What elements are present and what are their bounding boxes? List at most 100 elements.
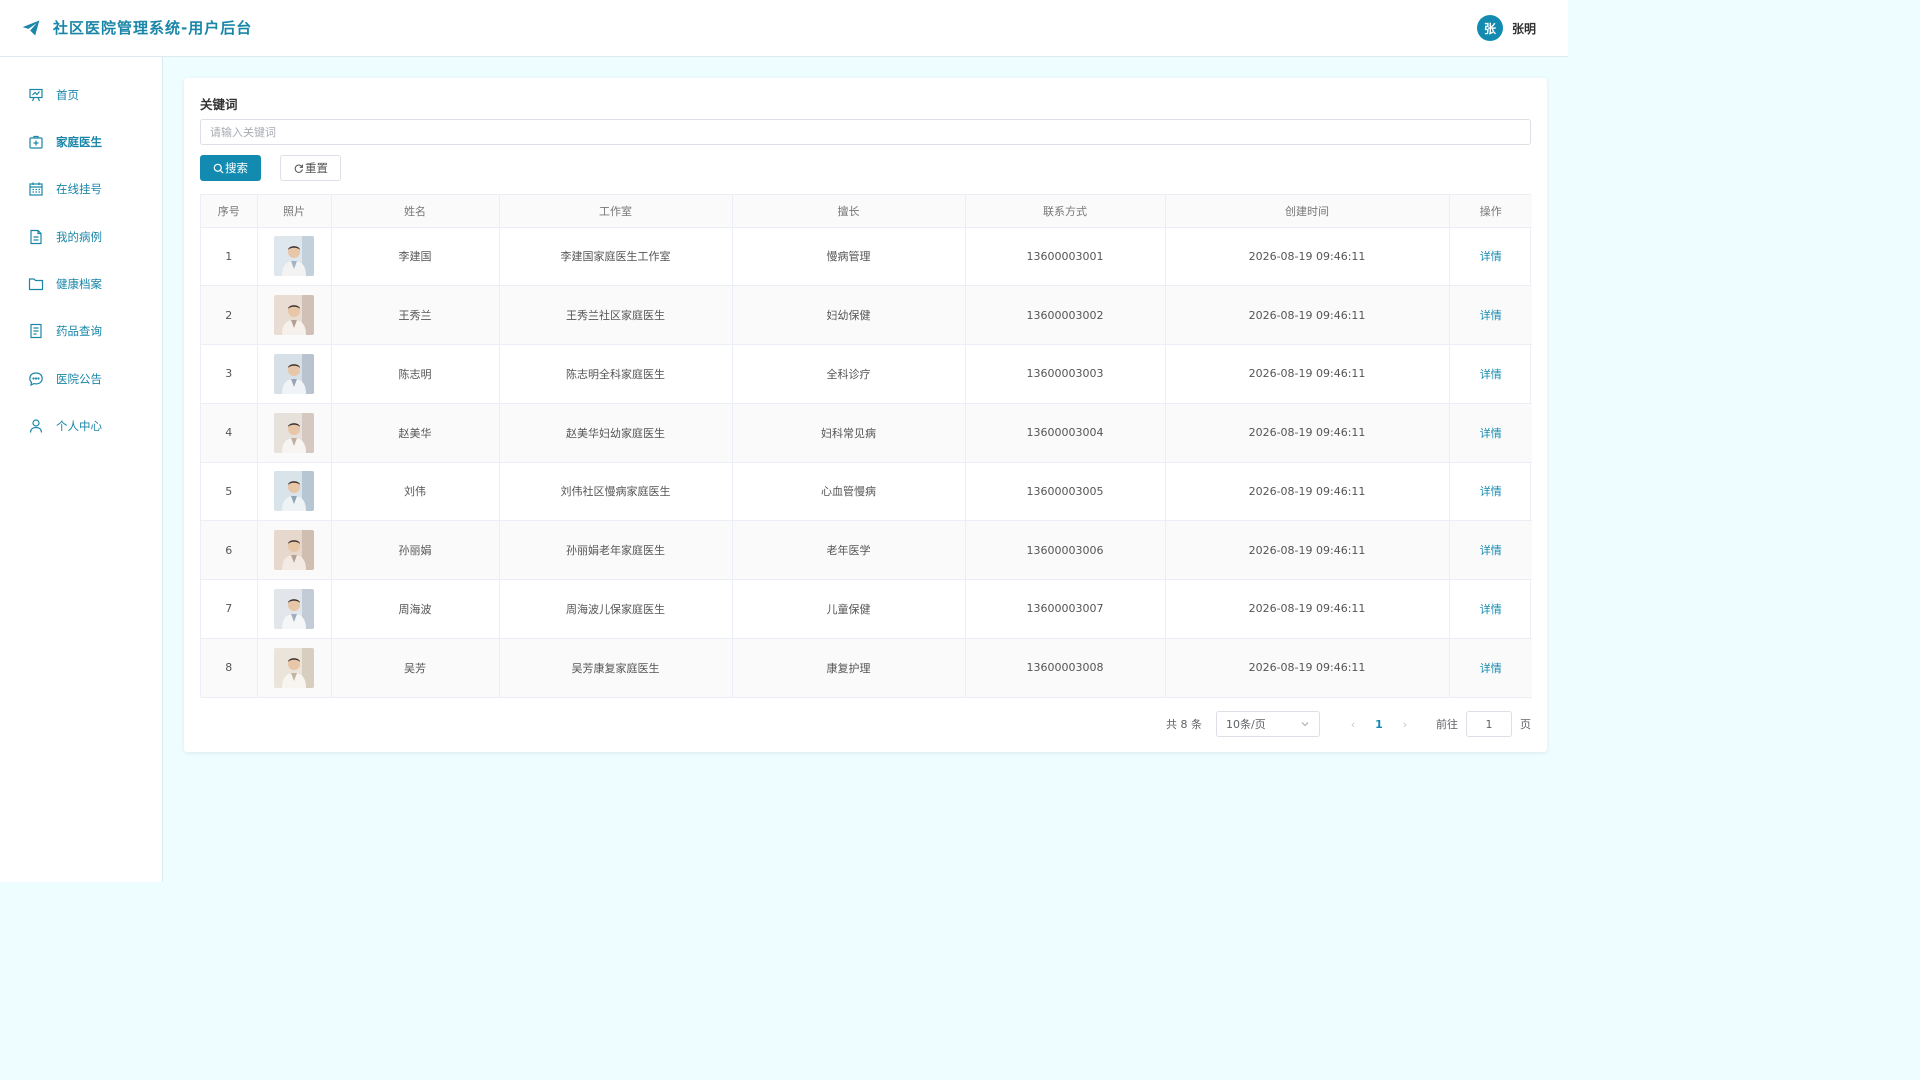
detail-link[interactable]: 详情 — [1480, 544, 1502, 557]
cell-photo — [257, 520, 332, 580]
cell-phone: 13600003002 — [965, 285, 1166, 345]
page-number-current[interactable]: 1 — [1366, 718, 1392, 731]
page-size-select[interactable]: 10条/页 — [1216, 711, 1320, 737]
sidebar-item-announcements[interactable]: 医院公告 — [0, 361, 162, 397]
cell-phone: 13600003006 — [965, 520, 1166, 580]
prev-page-button[interactable]: ‹ — [1340, 718, 1366, 731]
search-button-label: 搜索 — [225, 161, 248, 175]
doctor-photo — [274, 588, 314, 629]
cell-action: 详情 — [1449, 344, 1532, 404]
cell-created: 2026-08-19 09:46:11 — [1165, 285, 1450, 345]
cell-name: 吴芳 — [331, 638, 500, 698]
cell-specialty: 康复护理 — [732, 638, 966, 698]
reset-button[interactable]: 重置 — [280, 155, 341, 181]
col-header-studio: 工作室 — [499, 195, 733, 228]
cell-created: 2026-08-19 09:46:11 — [1165, 520, 1450, 580]
avatar[interactable]: 张 — [1476, 15, 1503, 41]
detail-link[interactable]: 详情 — [1480, 662, 1502, 675]
cell-specialty: 妇幼保健 — [732, 285, 966, 345]
goto-page-input[interactable] — [1466, 711, 1512, 737]
cell-name: 王秀兰 — [331, 285, 500, 345]
col-header-created: 创建时间 — [1165, 195, 1450, 228]
cell-name: 周海波 — [331, 579, 500, 639]
table-row: 2 王秀兰 王秀兰社区家庭医生 妇幼保健 13600003002 2026-08-19 0… — [201, 285, 1532, 345]
cell-studio: 孙丽娟老年家庭医生 — [499, 520, 733, 580]
cell-phone: 13600003001 — [965, 227, 1166, 287]
next-page-button[interactable]: › — [1392, 718, 1418, 731]
cell-action: 详情 — [1449, 462, 1532, 522]
sidebar-item-label: 个人中心 — [56, 419, 102, 433]
cell-no: 5 — [201, 462, 258, 522]
cell-specialty: 慢病管理 — [732, 227, 966, 287]
sidebar-item-label: 在线挂号 — [56, 182, 102, 196]
sidebar-item-family-doctor[interactable]: 家庭医生 — [0, 124, 162, 160]
detail-link[interactable]: 详情 — [1480, 368, 1502, 381]
cell-photo — [257, 462, 332, 522]
doctor-photo — [274, 236, 314, 277]
sidebar-item-registration[interactable]: 在线挂号 — [0, 171, 162, 207]
doctor-photo — [274, 412, 314, 453]
col-header-phone: 联系方式 — [965, 195, 1166, 228]
table-row: 3 陈志明 陈志明全科家庭医生 全科诊疗 13600003003 2026-08-19 0… — [201, 344, 1532, 404]
cell-phone: 13600003007 — [965, 579, 1166, 639]
sidebar: 首页 家庭医生 在线挂号 我的病例 健康档案 药品查询 医院公告 个人中心 — [0, 57, 163, 882]
cell-action: 详情 — [1449, 579, 1532, 639]
detail-link[interactable]: 详情 — [1480, 603, 1502, 616]
keyword-input[interactable] — [200, 119, 1531, 145]
cell-action: 详情 — [1449, 403, 1532, 463]
sidebar-item-label: 首页 — [56, 88, 79, 102]
chevron-down-icon — [1301, 722, 1309, 727]
sidebar-item-health-records[interactable]: 健康档案 — [0, 266, 162, 302]
detail-link[interactable]: 详情 — [1480, 250, 1502, 263]
sidebar-item-profile[interactable]: 个人中心 — [0, 408, 162, 444]
cell-no: 1 — [201, 227, 258, 287]
table-row: 1 李建国 李建国家庭医生工作室 慢病管理 13600003001 2026-08-19 … — [201, 227, 1532, 287]
col-header-no: 序号 — [201, 195, 258, 228]
calendar-icon — [29, 182, 43, 196]
cell-created: 2026-08-19 09:46:11 — [1165, 638, 1450, 698]
table-row: 4 赵美华 赵美华妇幼家庭医生 妇科常见病 13600003004 2026-08-19 … — [201, 403, 1532, 463]
detail-link[interactable]: 详情 — [1480, 309, 1502, 322]
paper-plane-icon — [22, 20, 40, 36]
cell-created: 2026-08-19 09:46:11 — [1165, 227, 1450, 287]
user-name[interactable]: 张明 — [1512, 20, 1536, 37]
cell-photo — [257, 638, 332, 698]
doctor-photo — [274, 530, 314, 571]
app-title: 社区医院管理系统-用户后台 — [53, 19, 253, 37]
doctor-photo — [274, 353, 314, 394]
col-header-specialty: 擅长 — [732, 195, 966, 228]
cell-name: 陈志明 — [331, 344, 500, 404]
cell-studio: 陈志明全科家庭医生 — [499, 344, 733, 404]
user-menu[interactable]: 张 张明 — [1476, 15, 1536, 41]
folder-icon — [28, 278, 44, 291]
cell-specialty: 心血管慢病 — [732, 462, 966, 522]
sidebar-item-home[interactable]: 首页 — [0, 77, 162, 113]
cell-studio: 王秀兰社区家庭医生 — [499, 285, 733, 345]
detail-link[interactable]: 详情 — [1480, 427, 1502, 440]
sidebar-item-my-cases[interactable]: 我的病例 — [0, 219, 162, 255]
refresh-icon — [294, 164, 303, 173]
cell-created: 2026-08-19 09:46:11 — [1165, 579, 1450, 639]
chart-board-icon — [29, 88, 43, 102]
sidebar-item-drug-query[interactable]: 药品查询 — [0, 313, 162, 349]
cell-name: 刘伟 — [331, 462, 500, 522]
cell-photo — [257, 227, 332, 287]
cell-no: 3 — [201, 344, 258, 404]
cell-specialty: 全科诊疗 — [732, 344, 966, 404]
sidebar-item-label: 家庭医生 — [56, 135, 102, 149]
doctor-photo — [274, 295, 314, 336]
cell-created: 2026-08-19 09:46:11 — [1165, 403, 1450, 463]
sidebar-item-label: 健康档案 — [56, 277, 102, 291]
search-button[interactable]: 搜索 — [200, 155, 261, 181]
table-header-row: 序号 照片 姓名 工作室 擅长 联系方式 创建时间 操作 — [201, 195, 1532, 228]
cell-phone: 13600003003 — [965, 344, 1166, 404]
list-doc-icon — [30, 323, 42, 339]
detail-link[interactable]: 详情 — [1480, 485, 1502, 498]
doctor-table: 序号 照片 姓名 工作室 擅长 联系方式 创建时间 操作 1 李建国 李建国家庭医生… — [200, 194, 1532, 698]
cell-no: 2 — [201, 285, 258, 345]
cell-no: 7 — [201, 579, 258, 639]
cell-name: 孙丽娟 — [331, 520, 500, 580]
col-header-photo: 照片 — [257, 195, 332, 228]
cell-photo — [257, 344, 332, 404]
goto-label: 前往 — [1436, 718, 1458, 731]
